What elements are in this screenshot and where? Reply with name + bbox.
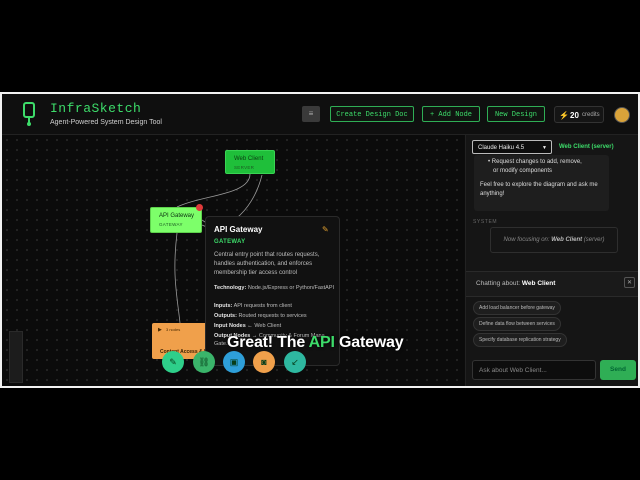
popup-title: API Gateway [214, 225, 263, 234]
pencil-icon[interactable]: ✎ [322, 225, 329, 234]
suggestion-chip[interactable]: Specify database replication strategy [473, 333, 567, 347]
list-item: • Request changes to add, remove, [488, 159, 582, 165]
popup-input-nodes: Input Nodes ← Web Client [214, 323, 282, 329]
popup-outputs: Outputs: Routed requests to services [214, 313, 307, 319]
chat-input[interactable]: Ask about Web Client... [472, 360, 596, 380]
send-button[interactable]: Send [600, 360, 636, 380]
suggestion-chip[interactable]: Add load balancer before gateway [473, 301, 561, 315]
credits-badge[interactable]: ⚡ 20 credits [554, 106, 604, 123]
suggestion-chip[interactable]: Define data flow between services [473, 317, 561, 331]
chevron-down-icon: ▼ [542, 145, 547, 151]
top-bar: InfraSketch Agent-Powered System Design … [2, 94, 638, 135]
system-label: SYSTEM [473, 219, 498, 225]
app-title: InfraSketch [50, 101, 142, 116]
menu-button[interactable]: ≡ [302, 106, 320, 122]
node-label: Web Client [234, 156, 264, 162]
assistant-message: • Request changes to add, remove, or mod… [474, 155, 609, 211]
collapse-icon[interactable]: ↙ [284, 351, 306, 373]
create-design-doc-button[interactable]: Create Design Doc [330, 106, 414, 122]
popup-description: Central entry point that routes requests… [214, 252, 320, 276]
group-count: 3 nodes [166, 327, 181, 332]
node-type: GATEWAY [159, 222, 183, 227]
close-icon[interactable]: ✕ [624, 277, 635, 288]
diagram-canvas[interactable]: Web Client SERVER API Gateway GATEWAY ▶ … [2, 135, 464, 386]
new-design-button[interactable]: New Design [487, 106, 545, 122]
popup-inputs: Inputs: API requests from client [214, 303, 292, 309]
app-subtitle: Agent-Powered System Design Tool [50, 119, 162, 126]
credits-label: credits [582, 112, 600, 118]
node-api-gateway[interactable]: API Gateway GATEWAY [150, 207, 202, 233]
avatar[interactable] [614, 107, 630, 123]
screen-frame: InfraSketch Agent-Powered System Design … [0, 92, 640, 388]
credits-count: 20 [570, 111, 579, 120]
model-select[interactable]: Claude Haiku 4.5 ▼ [472, 140, 552, 154]
message-text: Feel free to explore the diagram and ask… [480, 182, 598, 197]
list-item: or modify components [493, 168, 553, 174]
add-node-button[interactable]: + Add Node [422, 106, 480, 122]
bolt-icon: ⚡ [559, 111, 569, 120]
save-icon[interactable]: ◙ [253, 351, 275, 373]
app-window: InfraSketch Agent-Powered System Design … [2, 94, 638, 386]
zoom-controls[interactable] [9, 331, 23, 383]
chat-panel: Claude Haiku 4.5 ▼ Web Client (server) • … [465, 135, 638, 386]
chatting-about-bar: Chatting about: Web Client ✕ [466, 271, 638, 297]
focused-node-label: Web Client (server) [559, 144, 614, 150]
logo-icon [23, 102, 35, 126]
chatting-about-text: Chatting about: Web Client [476, 280, 556, 287]
node-web-client[interactable]: Web Client SERVER [225, 150, 275, 174]
link-icon[interactable]: ⛓ [193, 351, 215, 373]
popup-type: GATEWAY [214, 239, 246, 245]
edit-icon[interactable]: ✎ [162, 351, 184, 373]
system-message: Now focusing on: Web Client (server) [490, 227, 618, 253]
node-label: API Gateway [159, 213, 195, 219]
popup-technology: Technology: Node.js/Express or Python/Fa… [214, 285, 335, 291]
node-type: SERVER [234, 165, 255, 170]
expand-icon[interactable]: ▶ [158, 327, 162, 333]
delete-node-icon[interactable] [196, 204, 203, 211]
group-icon[interactable]: ▣ [223, 351, 245, 373]
video-caption: Great! The API Gateway [227, 334, 404, 351]
